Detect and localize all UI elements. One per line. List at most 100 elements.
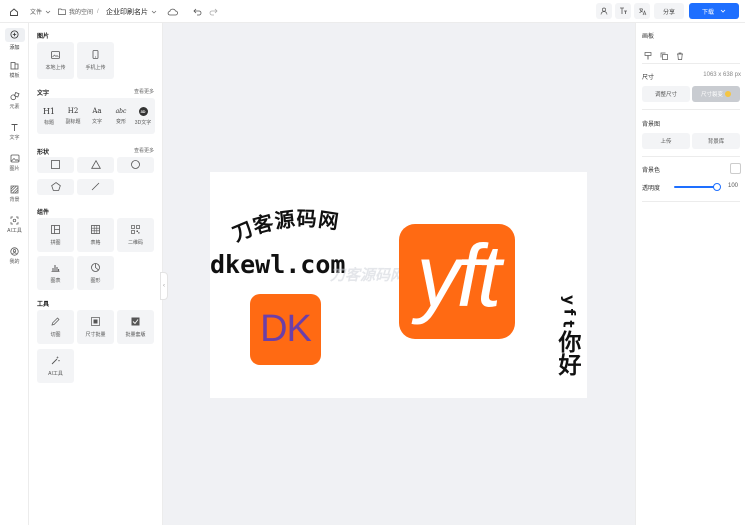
component-table[interactable]: 表格 bbox=[77, 218, 114, 252]
resize-batch-button[interactable]: 尺寸裂变 bbox=[692, 86, 740, 102]
rail-item-template[interactable]: 模板 bbox=[0, 56, 29, 84]
cloud-save-icon[interactable] bbox=[167, 0, 178, 23]
shape-triangle[interactable] bbox=[77, 157, 114, 173]
share-button[interactable]: 分享 bbox=[654, 3, 684, 19]
rail-item-label: 文字 bbox=[9, 135, 20, 141]
bg-library-label: 背景库 bbox=[707, 139, 725, 145]
tool-batch-size[interactable]: 尺寸批量 bbox=[77, 310, 114, 344]
pie-icon bbox=[91, 262, 100, 274]
shape-pentagon[interactable] bbox=[37, 179, 74, 195]
rail-item-label: AI工具 bbox=[7, 228, 22, 234]
artboard[interactable]: 刀客源码网 dkewl.com DK 刀客源码网 yft y f t 你 好 bbox=[210, 172, 587, 398]
tile-label: 手机上传 bbox=[85, 65, 106, 71]
opacity-label: 透明度 bbox=[642, 186, 661, 192]
rail-item-elements[interactable]: 元素 bbox=[0, 87, 29, 115]
svg-text:刀客源码网: 刀客源码网 bbox=[229, 207, 341, 244]
yft-logo-text: yft bbox=[416, 225, 502, 325]
text-style-icon[interactable] bbox=[615, 3, 631, 19]
rail-item-add[interactable]: 添加 bbox=[0, 25, 29, 53]
document-title[interactable]: 企业印刷名片 bbox=[106, 0, 148, 23]
top-bar: 文件 我的空间 / 企业印刷名片 分享 下载 bbox=[0, 0, 745, 23]
circle-icon bbox=[131, 159, 140, 171]
text-style-subtitle[interactable]: H2 副标题 bbox=[61, 100, 85, 132]
component-graphic[interactable]: 图形 bbox=[77, 256, 114, 290]
ai-scan-icon bbox=[10, 216, 19, 225]
rail-item-mine[interactable]: 我的 bbox=[0, 242, 29, 270]
rail-item-label: 模板 bbox=[9, 73, 20, 79]
undo-icon[interactable] bbox=[193, 0, 202, 23]
folder-icon bbox=[58, 8, 66, 15]
collage-icon bbox=[51, 224, 60, 236]
rail-item-label: 添加 bbox=[9, 44, 20, 51]
shape-circle[interactable] bbox=[117, 157, 154, 173]
tile-label: 表格 bbox=[90, 239, 101, 246]
local-upload-tile[interactable]: 本地上传 bbox=[37, 42, 74, 79]
bg-color-swatch[interactable] bbox=[730, 163, 741, 174]
text-style-3d[interactable]: 3D 3D文字 bbox=[131, 100, 155, 132]
vertical-text-element[interactable]: y f t 你 好 bbox=[555, 294, 585, 378]
yft-logo[interactable]: yft bbox=[399, 224, 515, 339]
tool-ai[interactable]: AI工具 bbox=[37, 349, 74, 383]
bg-library-button[interactable]: 背景库 bbox=[692, 133, 740, 149]
artboard-label: 画板 bbox=[642, 34, 655, 40]
download-button[interactable]: 下载 bbox=[689, 3, 739, 19]
title-chevron-icon[interactable] bbox=[151, 0, 157, 23]
text-style-warp[interactable]: abc 变形 bbox=[109, 100, 133, 132]
section-title-tools: 工具 bbox=[37, 302, 50, 308]
user-icon[interactable] bbox=[596, 3, 612, 19]
rail-item-text[interactable]: 文字 bbox=[0, 118, 29, 146]
opacity-slider-thumb[interactable] bbox=[713, 183, 721, 191]
rail-item-image[interactable]: 图片 bbox=[0, 149, 29, 177]
text-style-title[interactable]: H1 标题 bbox=[37, 100, 61, 132]
component-collage[interactable]: 拼图 bbox=[37, 218, 74, 252]
text-style-glyph: 3D bbox=[138, 106, 148, 116]
shapes-icon bbox=[9, 92, 20, 101]
text-more-link[interactable]: 查看更多 bbox=[134, 88, 154, 95]
rail-item-ai-tools[interactable]: AI工具 bbox=[0, 211, 29, 239]
dk-logo[interactable]: DK bbox=[250, 294, 321, 365]
size-label: 尺寸 bbox=[642, 75, 655, 81]
section-title-images: 图片 bbox=[37, 34, 50, 40]
text-style-glyph: Aa bbox=[92, 107, 102, 115]
ai-wand-icon bbox=[51, 356, 60, 367]
opacity-slider-track[interactable] bbox=[674, 186, 717, 188]
home-icon[interactable] bbox=[9, 0, 19, 23]
text-icon bbox=[10, 123, 19, 132]
breadcrumb-space[interactable]: 我的空间 bbox=[58, 0, 93, 23]
shapes-more-link[interactable]: 查看更多 bbox=[134, 147, 154, 154]
panel-collapse-handle[interactable]: ‹ bbox=[160, 272, 168, 300]
translate-icon[interactable] bbox=[634, 3, 650, 19]
upload-bg-button[interactable]: 上传 bbox=[642, 133, 690, 149]
tool-cut[interactable]: 切图 bbox=[37, 310, 74, 344]
tile-label: 变形 bbox=[115, 118, 126, 125]
line-icon bbox=[91, 182, 100, 193]
bg-color-label: 背景色 bbox=[642, 168, 661, 174]
rail-item-background[interactable]: 背景 bbox=[0, 180, 29, 208]
tile-label: 文字 bbox=[91, 119, 102, 125]
qrcode-icon bbox=[131, 224, 140, 236]
table-icon bbox=[91, 224, 100, 236]
tile-label: 切图 bbox=[50, 331, 61, 338]
text-style-glyph: H1 bbox=[42, 106, 56, 116]
redo-icon[interactable] bbox=[209, 0, 218, 23]
chevron-down-icon bbox=[45, 10, 51, 13]
rail-item-label: 背景 bbox=[9, 197, 20, 203]
pen-icon bbox=[51, 317, 60, 328]
watermark-text: 刀客源码网 bbox=[330, 267, 406, 284]
tool-batch-template[interactable]: 批量套版 bbox=[117, 310, 154, 344]
square-icon bbox=[51, 159, 60, 171]
phone-upload-tile[interactable]: 手机上传 bbox=[77, 42, 114, 79]
text-style-body[interactable]: Aa 文字 bbox=[85, 100, 109, 132]
shape-line[interactable] bbox=[77, 179, 114, 195]
component-qrcode[interactable]: 二维码 bbox=[117, 218, 154, 252]
upload-bg-label: 上传 bbox=[660, 139, 672, 145]
tile-label: 标题 bbox=[43, 119, 54, 126]
shape-rectangle[interactable] bbox=[37, 157, 74, 173]
component-chart[interactable]: 图表 bbox=[37, 256, 74, 290]
file-menu[interactable]: 文件 bbox=[30, 0, 51, 23]
batch-template-icon bbox=[131, 317, 140, 328]
tile-label: 拼图 bbox=[50, 239, 61, 246]
adjust-size-button[interactable]: 调整尺寸 bbox=[642, 86, 690, 102]
curved-text-element[interactable]: 刀客源码网 bbox=[228, 204, 368, 244]
divider bbox=[642, 63, 740, 64]
